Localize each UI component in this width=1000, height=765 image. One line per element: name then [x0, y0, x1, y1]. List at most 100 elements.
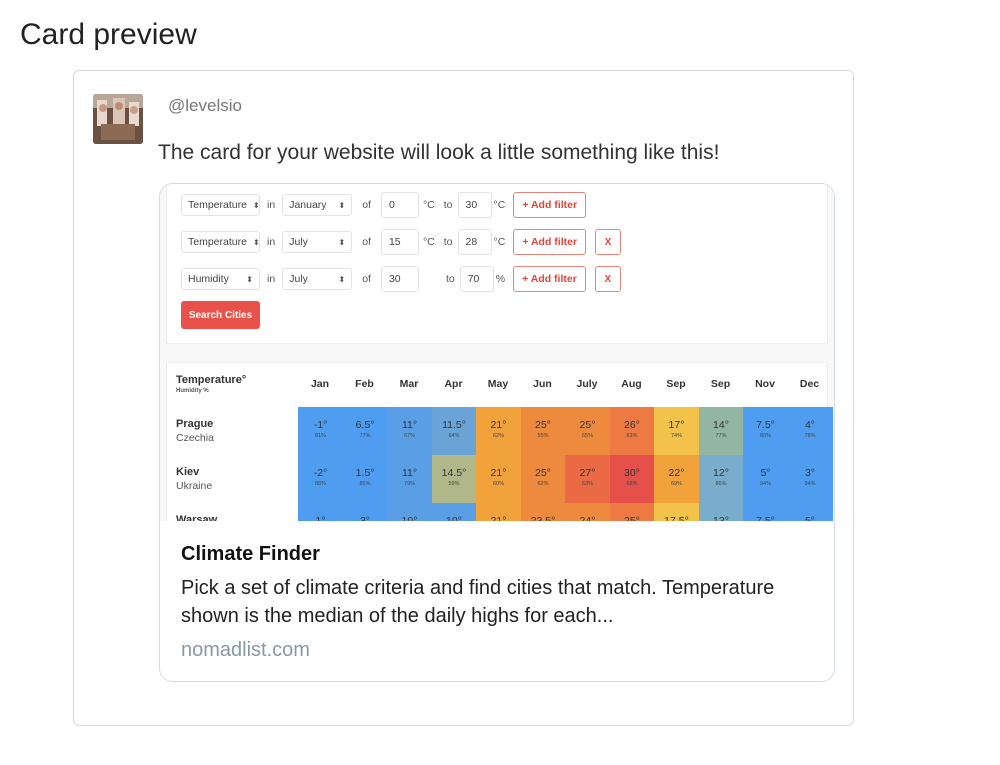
- humidity-value: 67%: [403, 433, 415, 439]
- filter-row: Humidity ⬍ in July ⬍ of 30 to 70 % + Add f…: [181, 266, 621, 292]
- temperature-value: 25°: [579, 419, 596, 431]
- temperature-value: 22°: [668, 467, 685, 479]
- month-header: Sep: [666, 378, 686, 390]
- climate-cell: 21°: [476, 503, 521, 521]
- climate-cell: 30° 68%: [609, 455, 655, 503]
- humidity-value: 68%: [626, 481, 638, 487]
- unit-label: %: [495, 273, 506, 285]
- to-input[interactable]: 70: [459, 266, 494, 292]
- metric-select[interactable]: Humidity ⬍: [181, 268, 260, 290]
- temperature-value: 7.5°: [756, 419, 775, 431]
- tweet-preview: @levelsio The card for your website will…: [73, 70, 854, 726]
- filter-word: in: [267, 273, 276, 285]
- to-input[interactable]: 30: [457, 192, 492, 218]
- temperature-value: 6.5°: [355, 419, 375, 431]
- climate-cell: 3°: [342, 503, 388, 521]
- card-description: Pick a set of climate criteria and find …: [181, 577, 775, 627]
- month-header: Nov: [755, 378, 775, 390]
- humidity-value: 94%: [759, 481, 771, 487]
- page-title: Card preview: [20, 18, 197, 51]
- humidity-value: 60%: [492, 481, 504, 487]
- city-name[interactable]: Prague: [176, 418, 213, 430]
- temperature-value: 14°: [713, 419, 729, 431]
- filter-word: of: [362, 199, 371, 211]
- temperature-value: 5°: [760, 467, 771, 479]
- climate-cell: -1° 81%: [298, 407, 343, 455]
- climate-cell: 10°: [431, 503, 477, 521]
- month-select[interactable]: July ⬍: [282, 268, 353, 290]
- climate-cell: 25° 65%: [565, 407, 610, 455]
- remove-filter-button[interactable]: X: [594, 266, 621, 292]
- climate-cell: 22° 69%: [654, 455, 699, 503]
- month-header: Feb: [355, 378, 374, 390]
- tweet-handle[interactable]: @levelsio: [168, 96, 242, 116]
- metric-select[interactable]: Temperature ⬍: [181, 194, 260, 216]
- climate-cell: 17° 74%: [654, 407, 699, 455]
- humidity-value: 79%: [403, 481, 415, 487]
- city-name[interactable]: Kiev: [176, 466, 199, 478]
- add-filter-button[interactable]: + Add filter: [513, 192, 587, 218]
- temperature-value: -2°: [313, 467, 328, 479]
- climate-cell: 14° 77%: [698, 407, 744, 455]
- city-name[interactable]: Warsaw: [176, 514, 217, 521]
- search-cities-button[interactable]: Search Cities: [181, 301, 260, 329]
- from-input[interactable]: 0: [380, 192, 419, 218]
- table-header-label: Temperature°: [176, 374, 247, 386]
- humidity-value: 88%: [314, 481, 326, 487]
- climate-cell: 17.5°: [654, 503, 699, 521]
- humidity-value: 62%: [492, 433, 504, 439]
- temperature-value: 1.5°: [355, 467, 375, 479]
- climate-cell: 5°: [787, 503, 833, 521]
- unit-label: °C: [422, 236, 435, 248]
- from-input[interactable]: 15: [380, 229, 419, 255]
- month-header: Jun: [533, 378, 552, 390]
- add-filter-button[interactable]: + Add filter: [513, 229, 587, 255]
- month-select[interactable]: July ⬍: [282, 231, 353, 253]
- month-select[interactable]: January ⬍: [282, 194, 353, 216]
- humidity-value: 63%: [581, 481, 593, 487]
- metric-select[interactable]: Temperature ⬍: [181, 231, 260, 253]
- select-arrows-icon: ⬍: [338, 274, 346, 284]
- climate-cell: 12° 86%: [698, 455, 744, 503]
- climate-cell: -2° 88%: [298, 455, 343, 503]
- from-input[interactable]: 30: [380, 266, 419, 292]
- climate-cell: 5° 94%: [743, 455, 788, 503]
- climate-cell: 13°: [698, 503, 744, 521]
- humidity-value: 55%: [537, 433, 549, 439]
- climate-cell: 27° 63%: [565, 455, 610, 503]
- table-header-sublabel: Humidity %: [176, 388, 209, 394]
- filter-word: of: [362, 236, 371, 248]
- select-arrows-icon: ⬍: [246, 274, 253, 284]
- filter-word: of: [362, 273, 371, 285]
- climate-cell: 14.5° 59%: [431, 455, 477, 503]
- temperature-value: 4°: [804, 419, 816, 431]
- humidity-value: 77%: [715, 433, 727, 439]
- card-title: Climate Finder: [181, 543, 320, 565]
- select-arrows-icon: ⬍: [252, 200, 260, 210]
- humidity-value: 86%: [715, 481, 727, 487]
- humidity-value: 86%: [359, 481, 371, 487]
- climate-cell: 11° 79%: [387, 455, 432, 503]
- climate-table: Temperature° Humidity % Jan Feb Mar Apr May J…: [166, 362, 833, 521]
- climate-cell: 6.5° 77%: [342, 407, 388, 455]
- to-input[interactable]: 28: [457, 229, 492, 255]
- month-header: Sep: [710, 378, 731, 390]
- link-card[interactable]: Temperature ⬍ in January ⬍ of 0 °C to 30 °…: [159, 183, 835, 682]
- climate-cell: 3° 94%: [787, 455, 833, 503]
- unit-label: °C: [493, 236, 506, 248]
- temperature-value: 21°: [490, 419, 507, 431]
- climate-cell: 4° 78%: [787, 407, 833, 455]
- month-header: Aug: [621, 378, 642, 390]
- climate-cell: 21° 60%: [476, 455, 521, 503]
- humidity-value: 81%: [314, 433, 326, 439]
- humidity-value: 63%: [626, 433, 638, 439]
- month-header: Apr: [444, 378, 463, 390]
- climate-cell: 21° 62%: [476, 407, 521, 455]
- add-filter-button[interactable]: + Add filter: [513, 266, 586, 292]
- remove-filter-button[interactable]: X: [595, 229, 622, 255]
- table-header: Temperature° Humidity % Jan Feb Mar Apr May J…: [167, 363, 827, 407]
- humidity-value: 59%: [448, 481, 460, 487]
- climate-cell: 25° 62%: [520, 455, 566, 503]
- humidity-value: 77%: [359, 433, 371, 439]
- city-country: Czechia: [176, 432, 214, 444]
